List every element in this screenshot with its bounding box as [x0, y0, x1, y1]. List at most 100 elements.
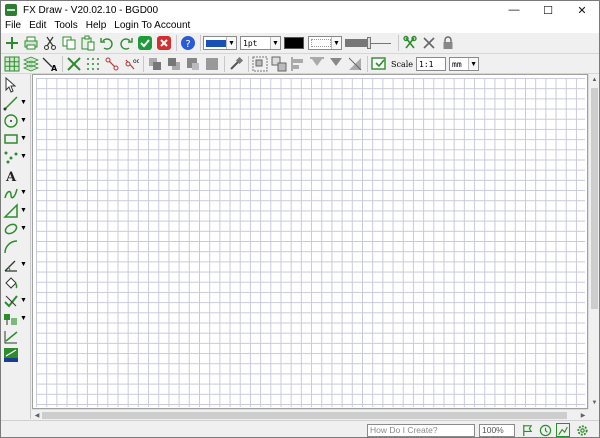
cut-button[interactable]: [41, 34, 59, 52]
iso-grid-button[interactable]: [22, 55, 40, 73]
unlink-button[interactable]: [420, 34, 438, 52]
chevron-down-icon[interactable]: ▼: [20, 297, 27, 304]
ungroup-button[interactable]: [270, 55, 288, 73]
help-search-input[interactable]: How Do I Create?: [367, 424, 475, 437]
lock-button[interactable]: [439, 34, 457, 52]
send-back-button[interactable]: [203, 55, 221, 73]
scroll-thumb[interactable]: [42, 412, 567, 419]
text-icon: A: [5, 170, 17, 183]
image-tool[interactable]: ▼: [3, 310, 29, 327]
angle-tool[interactable]: ▼: [3, 256, 29, 273]
format-painter-button[interactable]: [227, 55, 245, 73]
send-backward-button[interactable]: [184, 55, 202, 73]
group-button[interactable]: [251, 55, 269, 73]
line-tool[interactable]: ▼: [3, 94, 29, 111]
chevron-down-icon[interactable]: ▼: [20, 189, 27, 196]
dot-grid-icon: [87, 58, 99, 70]
arc-icon: [4, 239, 18, 253]
text-tool[interactable]: A: [3, 166, 29, 183]
copy-button[interactable]: [60, 34, 78, 52]
align-left-button[interactable]: [289, 55, 307, 73]
zoom-field[interactable]: 100%: [479, 424, 515, 437]
align-top-button[interactable]: [308, 55, 326, 73]
line-color-select[interactable]: ▼: [203, 36, 237, 50]
menu-file[interactable]: File: [1, 19, 25, 33]
node-edit-icon: [105, 57, 119, 71]
scroll-down-icon[interactable]: ▼: [589, 397, 599, 409]
check-mark-icon: [4, 294, 18, 307]
curve-tool[interactable]: ▼: [3, 184, 29, 201]
line-width-select[interactable]: 1pt ▼: [240, 36, 281, 50]
node-button[interactable]: [103, 55, 121, 73]
align-top-icon: [310, 57, 324, 66]
chart-mode-button[interactable]: [556, 423, 570, 437]
points-tool[interactable]: ▼: [3, 148, 29, 165]
link-button[interactable]: [401, 34, 419, 52]
print-button[interactable]: [22, 34, 40, 52]
node-plus-button[interactable]: oo: [122, 55, 140, 73]
scale-unit-value: mm: [452, 59, 462, 69]
ok-button[interactable]: [136, 34, 154, 52]
menu-tools[interactable]: Tools: [50, 19, 81, 33]
chevron-down-icon[interactable]: ▼: [20, 261, 27, 268]
arc-tool[interactable]: [3, 238, 29, 255]
text-path-button[interactable]: A: [41, 55, 59, 73]
settings-button[interactable]: [575, 423, 589, 437]
undo-button[interactable]: [98, 34, 116, 52]
chevron-down-icon[interactable]: ▼: [20, 315, 27, 322]
maximize-button[interactable]: ☐: [531, 1, 565, 19]
minimize-button[interactable]: —: [497, 1, 531, 19]
history-button[interactable]: [538, 423, 552, 437]
rotate-button[interactable]: [346, 55, 364, 73]
flag-button[interactable]: [520, 423, 534, 437]
select-tool[interactable]: [3, 76, 29, 93]
paste-button[interactable]: [79, 34, 97, 52]
opacity-bar: [345, 39, 367, 47]
redo-button[interactable]: [117, 34, 135, 52]
fxdraw-extras-tool[interactable]: [3, 346, 29, 363]
new-button[interactable]: [3, 34, 21, 52]
slider-handle[interactable]: [367, 37, 371, 49]
graph-tool[interactable]: [3, 328, 29, 345]
chevron-down-icon[interactable]: ▼: [20, 117, 27, 124]
triangle-tool[interactable]: ▼: [3, 202, 29, 219]
page-setup-button[interactable]: [370, 55, 388, 73]
scroll-thumb[interactable]: [591, 88, 598, 309]
mark-tool[interactable]: ▼: [3, 292, 29, 309]
menu-login[interactable]: Login To Account: [110, 19, 194, 33]
canvas-grid[interactable]: [36, 78, 585, 407]
rectangle-tool[interactable]: ▼: [3, 130, 29, 147]
bring-front-button[interactable]: [146, 55, 164, 73]
flip-button[interactable]: [327, 55, 345, 73]
chevron-down-icon[interactable]: ▼: [20, 153, 27, 160]
bring-forward-button[interactable]: [165, 55, 183, 73]
scroll-up-icon[interactable]: ▲: [589, 74, 599, 86]
fill-tool[interactable]: [3, 274, 29, 291]
vertical-scrollbar[interactable]: ▲ ▼: [588, 74, 599, 409]
circle-tool[interactable]: ▼: [3, 112, 29, 129]
chevron-down-icon[interactable]: ▼: [20, 207, 27, 214]
scale-input[interactable]: 1:1: [416, 57, 447, 71]
menu-help[interactable]: Help: [82, 19, 111, 33]
horizontal-scrollbar[interactable]: ◀ ▶: [32, 409, 588, 420]
scale-unit-select[interactable]: mm ▼: [449, 57, 480, 71]
fill-pattern-select[interactable]: ▼: [308, 36, 342, 50]
cancel-button[interactable]: [155, 34, 173, 52]
close-button[interactable]: ✕: [565, 1, 599, 19]
grid-button[interactable]: [3, 55, 21, 73]
delete-button[interactable]: [65, 55, 83, 73]
fx-logo-icon: [4, 347, 18, 362]
help-button[interactable]: ?: [179, 34, 197, 52]
menu-edit[interactable]: Edit: [25, 19, 50, 33]
chevron-down-icon[interactable]: ▼: [20, 99, 27, 106]
opacity-slider[interactable]: [345, 36, 393, 50]
dots-button[interactable]: [84, 55, 102, 73]
print-icon: [24, 36, 38, 50]
chevron-down-icon: ▼: [331, 37, 341, 49]
fill-color-swatch[interactable]: [284, 37, 304, 49]
ellipse-tool[interactable]: ▼: [3, 220, 29, 237]
drawing-canvas[interactable]: [32, 74, 588, 409]
node-add-icon: oo: [125, 58, 139, 70]
chevron-down-icon[interactable]: ▼: [20, 225, 27, 232]
chevron-down-icon[interactable]: ▼: [20, 135, 27, 142]
